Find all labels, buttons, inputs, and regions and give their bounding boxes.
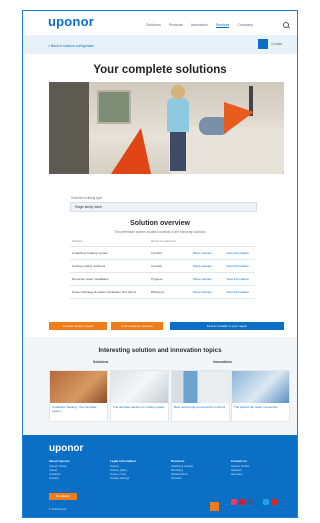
table-row: Cooling ceiling solutions Comfort Show s…: [70, 260, 255, 273]
back-link[interactable]: < Back to solution configurator: [48, 44, 94, 48]
footer-link[interactable]: Cookie settings: [110, 476, 136, 480]
youtube-icon[interactable]: [271, 499, 277, 505]
solution-for: Hygiene: [151, 277, 163, 281]
pinterest-icon[interactable]: [239, 499, 245, 505]
footer-link[interactable]: Germany: [231, 472, 249, 476]
table-row: Sewer drainage & indoor ventilation and …: [70, 286, 255, 299]
solution-name: Underfloor heating system: [72, 251, 109, 255]
topic-card-image: [172, 371, 229, 403]
sub-bar: < Back to solution configurator Contact: [23, 35, 297, 54]
building-type-field[interactable]: Single family home: [70, 202, 257, 212]
topics-title: Interesting solution and innovation topi…: [98, 347, 222, 354]
footer-column: Contact us Uponor GmbH Hassfurt Germany: [231, 459, 249, 476]
hero-sofa: [169, 127, 284, 174]
footer-column-heading: Contact us: [231, 459, 247, 463]
view-info-link[interactable]: View information: [226, 251, 255, 255]
table-row: Underfloor heating system Comfort Show s…: [70, 247, 255, 260]
social-links: [231, 499, 277, 505]
hero-image: [49, 82, 284, 174]
solution-name: Sewer drainage & indoor ventilation and …: [72, 290, 137, 294]
footer-link[interactable]: Contact: [49, 476, 70, 480]
footer-column-heading: About Uponor: [49, 459, 70, 463]
hero-child-legs: [170, 131, 186, 171]
footer-column: Legal information Imprint Privacy policy…: [110, 459, 136, 480]
nav-item-company[interactable]: Company: [237, 23, 252, 28]
column-header: [193, 239, 227, 246]
hero-cape-red: [111, 128, 151, 174]
topic-card[interactable]: Underfloor heating - the complete system: [49, 370, 108, 422]
site-footer: uponor About Uponor Uponor Group Career …: [23, 435, 297, 517]
selection-label: Selected building type: [71, 196, 103, 200]
topic-card-caption: Best performing components in school: [174, 405, 226, 409]
newsletter-button[interactable]: Newsletter: [49, 493, 77, 500]
view-info-link[interactable]: View information: [226, 290, 255, 294]
facebook-icon[interactable]: [247, 499, 253, 505]
linkedin-icon[interactable]: [255, 499, 261, 505]
page-frame: uponor Solutions Products Innovation Ser…: [22, 10, 298, 518]
table-row: Domestic water installation Hygiene Show…: [70, 273, 255, 286]
solutions-heading: Solutions: [93, 360, 109, 364]
show-solution-link[interactable]: Show solution: [193, 251, 227, 255]
hero-child-head: [171, 85, 185, 99]
table-header: Solution Recommended for: [70, 239, 255, 247]
show-solution-link[interactable]: Show solution: [193, 264, 227, 268]
building-type-value: Single family home: [75, 205, 102, 209]
print-overview-button[interactable]: Print solutions overview: [111, 322, 163, 330]
hero-window: [97, 90, 131, 124]
solution-for: Comfort: [151, 264, 163, 268]
topic-card[interactable]: The ultimate solution for cooling space: [110, 370, 169, 422]
view-info-link[interactable]: View information: [226, 277, 255, 281]
instagram-icon[interactable]: [231, 499, 237, 505]
nav-item-solutions[interactable]: Solutions: [146, 23, 161, 28]
main-nav: Solutions Products Innovation Services C…: [146, 23, 253, 28]
overview-subtitle: The preferable system solution consists …: [114, 230, 206, 234]
copyright-text: © 2018 Uponor: [49, 508, 67, 511]
hero-cape-orange: [224, 102, 254, 134]
nav-item-products[interactable]: Products: [169, 23, 183, 28]
solution-for: Efficiency: [151, 290, 165, 294]
footer-column-heading: Legal information: [110, 459, 136, 463]
topic-card-caption: Underfloor heating - the complete system: [52, 405, 97, 413]
solution-name: Cooling ceiling solutions: [72, 264, 106, 268]
uponor-logo[interactable]: uponor: [48, 14, 94, 29]
view-info-link[interactable]: View information: [226, 264, 255, 268]
contact-icon-button[interactable]: [258, 39, 268, 49]
topic-card-image: [232, 371, 289, 403]
footer-link[interactable]: Services: [171, 476, 193, 480]
overview-title: Solution overview: [130, 220, 190, 227]
footer-logo[interactable]: uponor: [49, 443, 83, 454]
footer-column: About Uponor Uponor Group Career Investo…: [49, 459, 70, 480]
show-solution-link[interactable]: Show solution: [193, 277, 227, 281]
solution-name: Domestic water installation: [72, 277, 109, 281]
footer-column: Products Heating & cooling Plumbing Infr…: [171, 459, 193, 480]
innovations-heading: Innovations: [213, 360, 233, 364]
find-installer-button[interactable]: Find an installer in your region: [170, 322, 284, 330]
footer-column-heading: Products: [171, 459, 185, 463]
hero-child-standing: [167, 98, 189, 132]
nav-item-innovation[interactable]: Innovation: [191, 23, 208, 28]
contact-link[interactable]: Contact: [271, 42, 282, 46]
search-icon[interactable]: [283, 22, 289, 28]
show-solution-link[interactable]: Show solution: [193, 290, 227, 294]
scroll-top-button[interactable]: [210, 502, 219, 511]
topic-card[interactable]: Best performing components in school: [171, 370, 230, 422]
topic-card-image: [50, 371, 107, 403]
column-header: Solution: [72, 239, 83, 243]
top-header: uponor Solutions Products Innovation Ser…: [23, 11, 297, 35]
column-header: Recommended for: [151, 239, 176, 243]
topic-card-image: [111, 371, 168, 403]
twitter-icon[interactable]: [263, 499, 269, 505]
hero-wall: [49, 82, 89, 174]
solution-table: Solution Recommended for Underfloor heat…: [70, 239, 255, 299]
solution-for: Comfort: [151, 251, 163, 255]
page-title: Your complete solutions: [93, 64, 227, 76]
topic-card[interactable]: The perfect tap water connection: [231, 370, 290, 422]
nav-item-services[interactable]: Services: [215, 23, 230, 28]
contact-expert-button[interactable]: Contact Uponor expert: [49, 322, 107, 330]
topic-card-caption: The ultimate solution for cooling space: [113, 405, 165, 409]
column-header: [226, 239, 255, 246]
topic-card-caption: The perfect tap water connection: [234, 405, 278, 409]
